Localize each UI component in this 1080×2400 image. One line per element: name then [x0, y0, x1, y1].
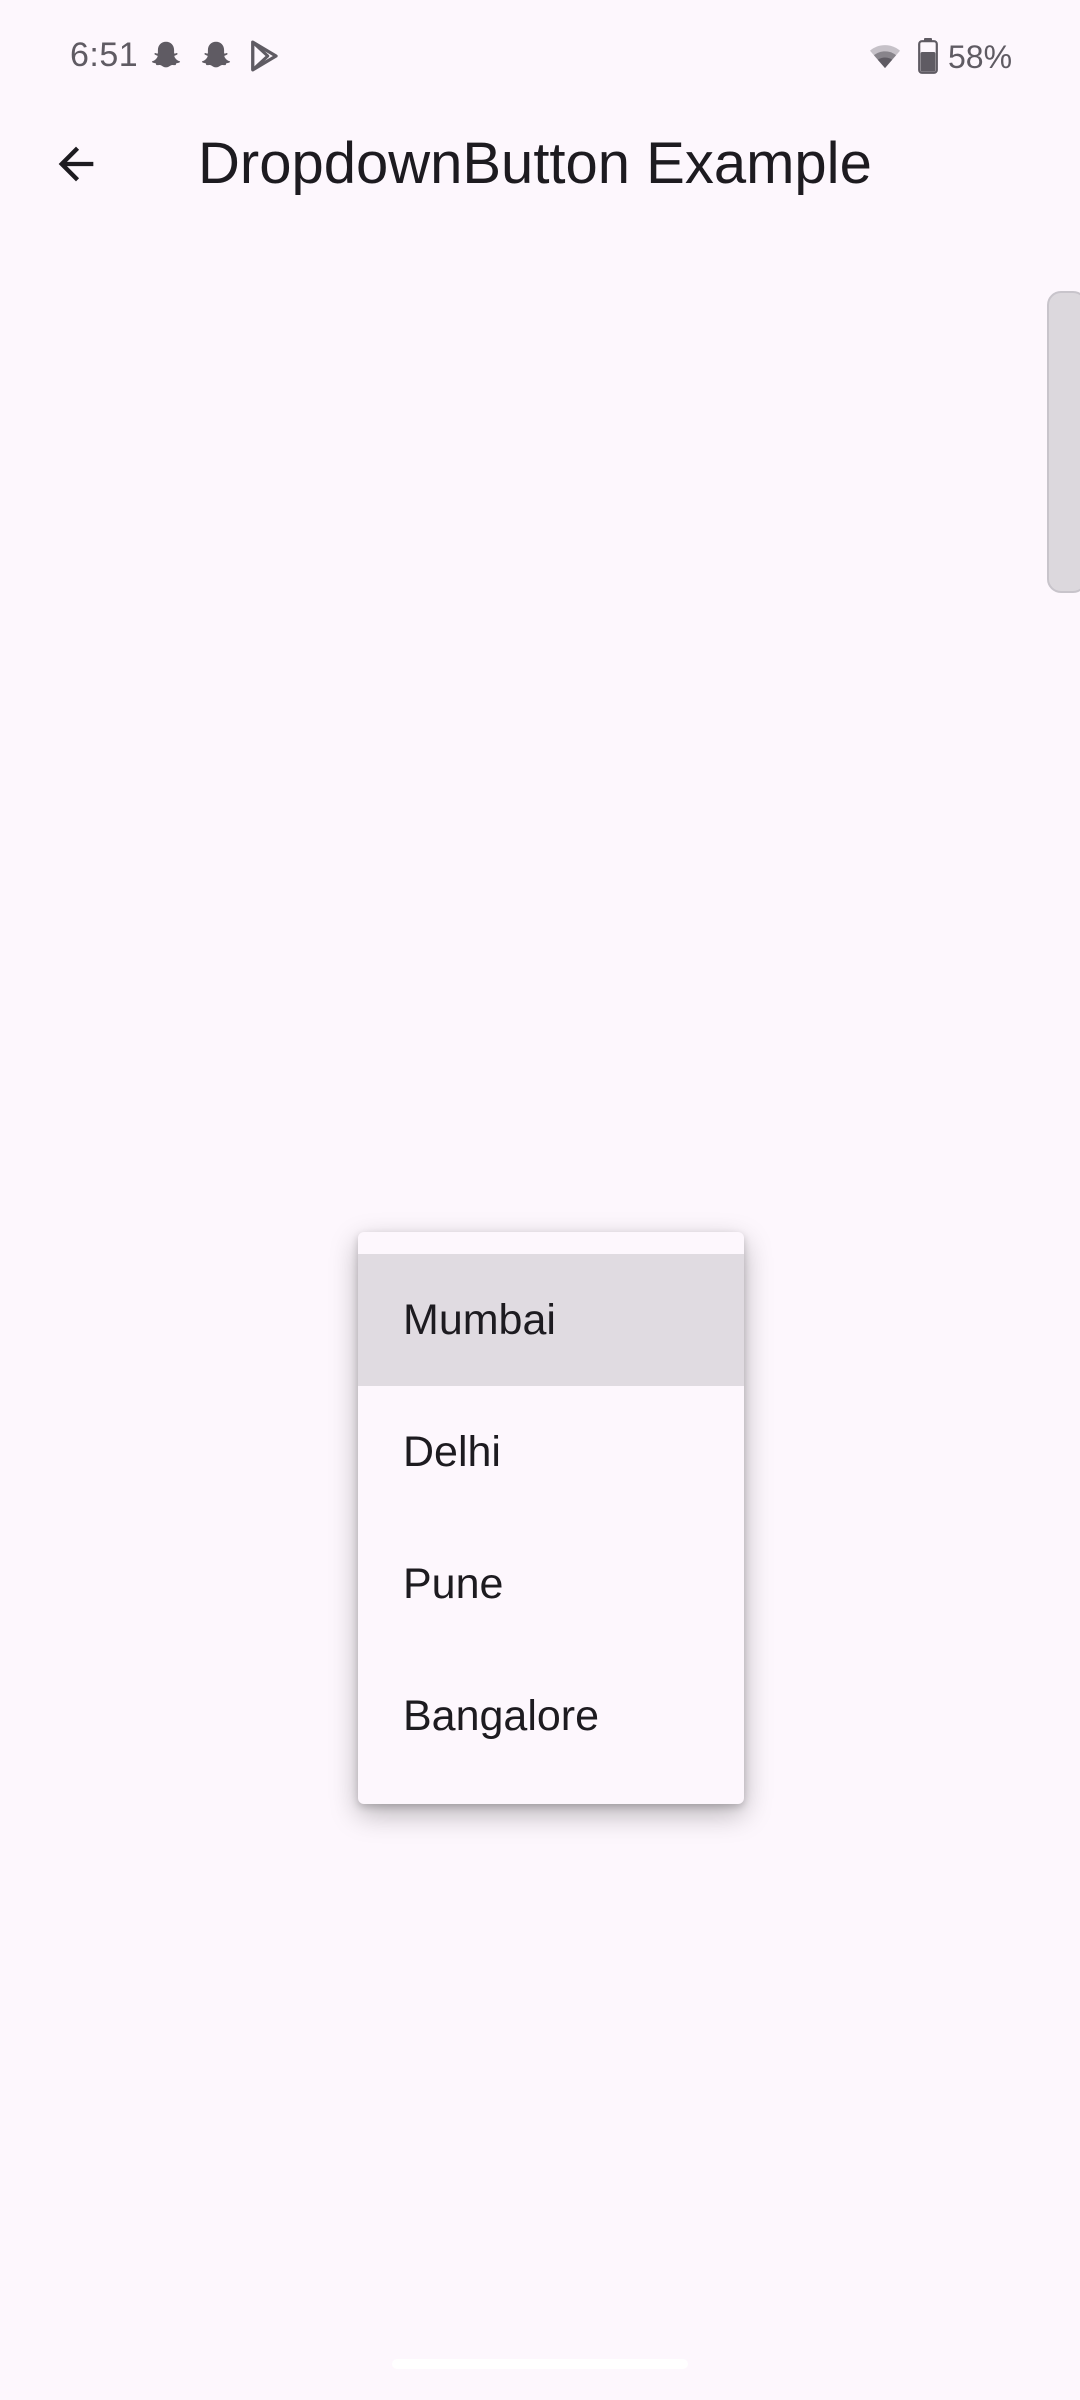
battery-icon: [918, 38, 938, 74]
dropdown-item-pune[interactable]: Pune: [358, 1518, 744, 1650]
dropdown-item-label: Delhi: [403, 1427, 501, 1476]
dropdown-item-label: Mumbai: [403, 1295, 556, 1344]
wifi-icon: [870, 45, 900, 68]
play-store-icon: [251, 40, 278, 72]
status-time: 6:51: [70, 36, 139, 74]
dropdown-item-label: Pune: [403, 1559, 504, 1608]
snapchat-icon: [151, 41, 181, 68]
app-bar: DropdownButton Example: [0, 112, 1080, 216]
page-title: DropdownButton Example: [198, 131, 872, 196]
battery-percent: 58%: [948, 39, 1013, 75]
dropdown-item-mumbai[interactable]: Mumbai: [358, 1254, 744, 1386]
dropdown-item-bangalore[interactable]: Bangalore: [358, 1650, 744, 1782]
dropdown-menu: Mumbai Delhi Pune Bangalore: [358, 1232, 744, 1804]
dropdown-item-label: Bangalore: [403, 1691, 600, 1740]
arrow-back-icon: [58, 146, 94, 182]
edge-panel-handle[interactable]: [1047, 291, 1080, 593]
back-button[interactable]: [26, 114, 126, 214]
dropdown-item-delhi[interactable]: Delhi: [358, 1386, 744, 1518]
status-bar: 6:51 58%: [0, 0, 1080, 112]
gesture-nav-handle[interactable]: [392, 2359, 688, 2369]
snapchat-icon: [201, 41, 231, 68]
